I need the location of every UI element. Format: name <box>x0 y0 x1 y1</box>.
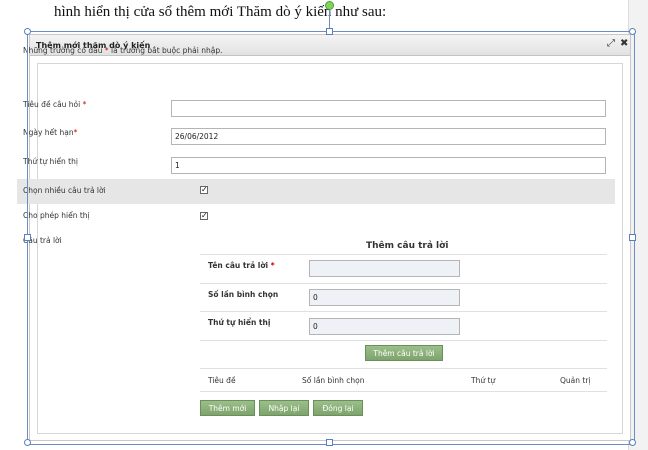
resize-handle-bottom[interactable] <box>326 439 333 446</box>
resize-handle-bottom-right[interactable] <box>629 439 636 446</box>
rotate-handle-icon[interactable] <box>325 1 334 10</box>
document-caption: hình hiển thị cửa sổ thêm mới Thăm dò ý … <box>54 4 387 20</box>
resize-handle-top-left[interactable] <box>24 28 31 35</box>
resize-handle-top-right[interactable] <box>629 28 636 35</box>
rotation-connector <box>329 10 330 30</box>
image-selection-frame <box>27 31 635 445</box>
resize-handle-left[interactable] <box>24 234 31 241</box>
resize-handle-right[interactable] <box>629 234 636 241</box>
resize-handle-bottom-left[interactable] <box>24 439 31 446</box>
resize-handle-top[interactable] <box>326 28 333 35</box>
